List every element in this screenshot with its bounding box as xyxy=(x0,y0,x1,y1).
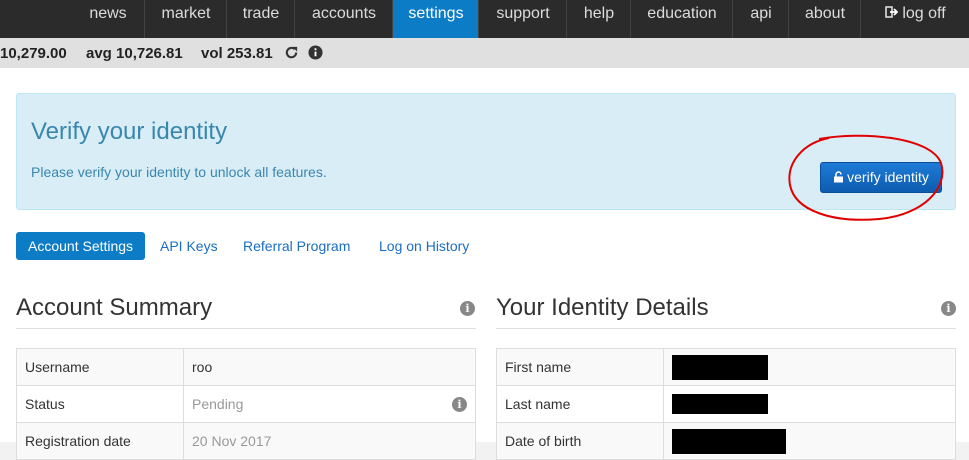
account-summary-title: Account Summary xyxy=(16,294,213,321)
identity-details-title: Your Identity Details xyxy=(496,294,709,321)
nav-logoff-label: log off xyxy=(902,5,946,22)
info-icon[interactable]: i xyxy=(452,397,467,412)
nav-support[interactable]: support xyxy=(478,0,567,38)
nav-about[interactable]: about xyxy=(788,0,861,38)
alert-title: Verify your identity xyxy=(31,118,228,145)
nav-help[interactable]: help xyxy=(566,0,631,38)
info-icon[interactable]: i xyxy=(460,301,475,316)
nav-logoff[interactable]: log off xyxy=(860,0,969,38)
table-row: Date of birth xyxy=(496,422,956,460)
divider xyxy=(16,328,476,329)
sign-out-icon xyxy=(885,6,899,18)
row-value xyxy=(663,385,956,423)
ticker-last: 10,279.00 xyxy=(0,45,67,62)
table-row: Username roo xyxy=(16,348,476,386)
nav-news[interactable]: news xyxy=(72,0,144,38)
alert-text: Please verify your identity to unlock al… xyxy=(31,164,327,180)
nav-api[interactable]: api xyxy=(732,0,789,38)
nav-trade[interactable]: trade xyxy=(226,0,295,38)
row-value xyxy=(663,348,956,386)
tab-account-settings[interactable]: Account Settings xyxy=(16,232,146,260)
main-content: Verify your identity Please verify your … xyxy=(0,68,969,460)
nav-market[interactable]: market xyxy=(144,0,227,38)
ticker-vol: vol 253.81 xyxy=(201,45,273,62)
top-nav: news market trade accounts settings supp… xyxy=(0,0,969,38)
status-cell: Pending i xyxy=(183,385,476,423)
divider xyxy=(496,328,956,329)
redaction-box xyxy=(672,428,786,454)
ticker-avg: avg 10,726.81 xyxy=(86,45,183,62)
status-value: Pending xyxy=(192,396,244,412)
info-icon[interactable] xyxy=(308,45,323,60)
redaction-box xyxy=(672,354,768,380)
tab-api-keys[interactable]: API Keys xyxy=(160,232,218,260)
ticker-bar: 10,279.00 avg 10,726.81 vol 253.81 xyxy=(0,38,969,68)
row-value xyxy=(663,422,956,460)
account-summary-table: Username roo Status Pending i Registrati… xyxy=(16,348,476,460)
tab-referral-program[interactable]: Referral Program xyxy=(243,232,350,260)
row-value: roo xyxy=(183,348,476,386)
refresh-icon[interactable] xyxy=(284,45,299,60)
row-label: Status xyxy=(16,385,184,423)
table-row: Registration date 20 Nov 2017 xyxy=(16,422,476,460)
row-label: Username xyxy=(16,348,184,386)
row-value: 20 Nov 2017 xyxy=(183,422,476,460)
row-label: Registration date xyxy=(16,422,184,460)
table-row: First name xyxy=(496,348,956,386)
nav-accounts[interactable]: accounts xyxy=(294,0,393,38)
row-label: Date of birth xyxy=(496,422,664,460)
table-row: Status Pending i xyxy=(16,385,476,423)
row-label: Last name xyxy=(496,385,664,423)
nav-education[interactable]: education xyxy=(630,0,733,38)
identity-details-table: First name Last name Date of birth xyxy=(496,348,956,460)
redaction-box xyxy=(672,394,768,414)
tab-log-on-history[interactable]: Log on History xyxy=(379,232,469,260)
info-icon[interactable]: i xyxy=(941,301,956,316)
red-annotation-circle xyxy=(788,134,944,221)
table-row: Last name xyxy=(496,385,956,423)
nav-settings[interactable]: settings xyxy=(392,0,479,38)
row-label: First name xyxy=(496,348,664,386)
